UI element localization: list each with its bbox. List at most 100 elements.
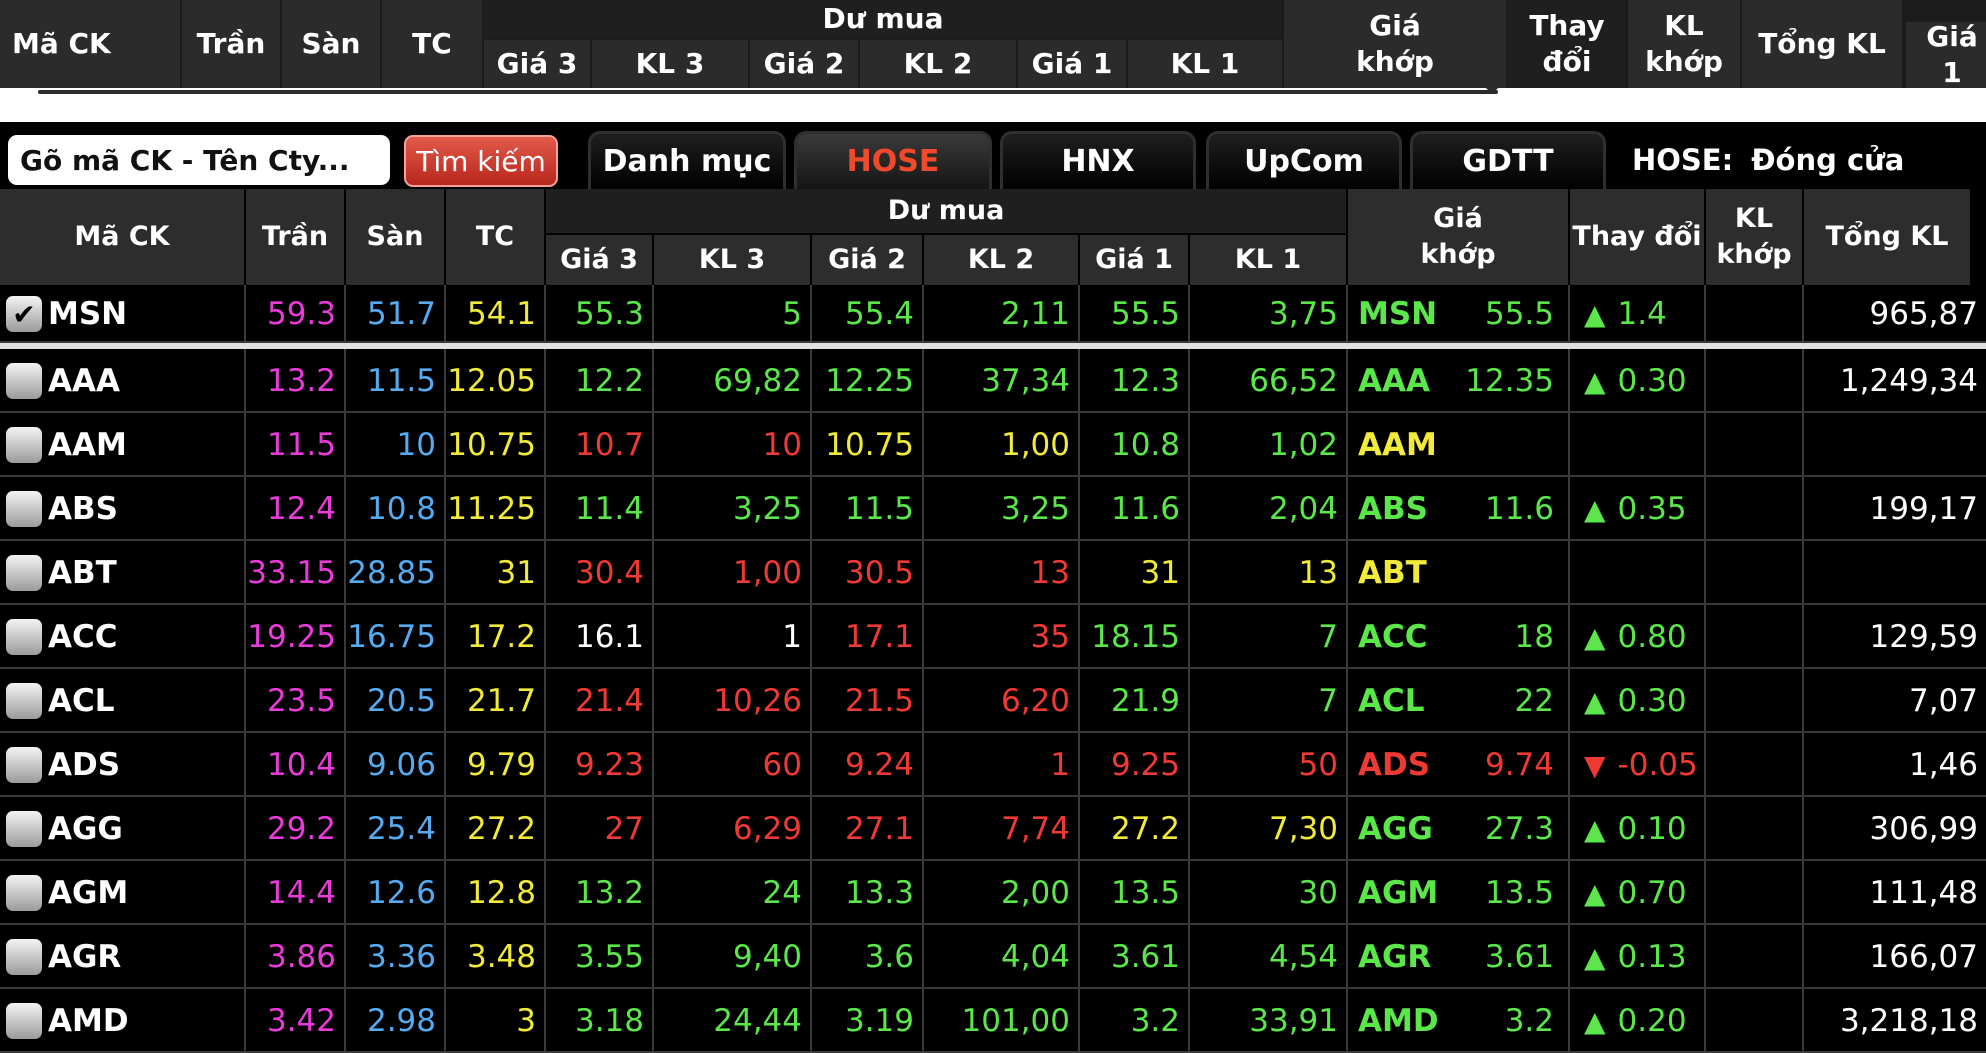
checkbox-icon[interactable]: [6, 427, 42, 463]
match-price-cell: ACC 18: [1348, 605, 1570, 669]
checkbox-icon[interactable]: [6, 555, 42, 591]
checkbox-icon[interactable]: [6, 747, 42, 783]
san-price: 20.5: [346, 669, 446, 733]
stock-symbol[interactable]: AAA: [48, 363, 120, 399]
change-value: 0.70: [1617, 875, 1687, 911]
checkbox-icon[interactable]: [6, 939, 42, 975]
kl2-cell: 37,34: [924, 349, 1080, 413]
kl3-cell: 10,26: [654, 669, 812, 733]
change-cell: ▲ 0.30: [1570, 349, 1706, 413]
stock-symbol[interactable]: AAM: [48, 427, 127, 463]
checkbox-icon[interactable]: [6, 811, 42, 847]
change-cell: [1570, 541, 1706, 605]
table-row-aaa[interactable]: AAA 13.2 11.5 12.05 12.2 69,82 12.25 37,34 12.3 6…: [0, 349, 1986, 413]
checkbox-icon[interactable]: [6, 491, 42, 527]
stock-symbol[interactable]: ABT: [48, 555, 117, 591]
san-price: 9.06: [346, 733, 446, 797]
gia2-cell: 13.3: [812, 861, 924, 925]
tc-price: 17.2: [446, 605, 546, 669]
match-price: 3.2: [1504, 1003, 1554, 1039]
change-cell: ▲ 0.35: [1570, 477, 1706, 541]
tc-price: 3: [446, 989, 546, 1053]
match-price: 9.74: [1484, 747, 1554, 783]
stock-symbol[interactable]: ADS: [48, 747, 120, 783]
gia3-cell: 12.2: [546, 349, 654, 413]
table-row-abt[interactable]: ABT 33.15 28.85 31 30.4 1,00 30.5 13 31 13 ABT: [0, 541, 1986, 605]
match-price: 22: [1514, 683, 1554, 719]
gia2-cell: 3.6: [812, 925, 924, 989]
table-row-acl[interactable]: ACL 23.5 20.5 21.7 21.4 10,26 21.5 6,20 21.9 7 ACL…: [0, 669, 1986, 733]
table-row-acc[interactable]: ACC 19.25 16.75 17.2 16.1 1 17.1 35 18.15 7 ACC 18 ▲…: [0, 605, 1986, 669]
tc-price: 31: [446, 541, 546, 605]
checkbox-icon[interactable]: [6, 363, 42, 399]
kl2-cell: 7,74: [924, 797, 1080, 861]
match-symbol: ACC: [1358, 619, 1428, 655]
gia3-cell: 16.1: [546, 605, 654, 669]
table-row-amd[interactable]: AMD 3.42 2.98 3 3.18 24,44 3.19 101,00 3.2 33,91 A…: [0, 989, 1986, 1053]
stock-symbol[interactable]: ACC: [48, 619, 118, 655]
pinned-row-separator: [0, 343, 1986, 349]
checkbox-icon[interactable]: [6, 683, 42, 719]
checkbox-icon[interactable]: [6, 619, 42, 655]
gia2-cell: 21.5: [812, 669, 924, 733]
symbol-cell: ✔ MSN: [0, 285, 246, 343]
change-value: 0.13: [1617, 939, 1687, 975]
kl-khop-cell: [1706, 797, 1804, 861]
table-row-agm[interactable]: AGM 14.4 12.6 12.8 13.2 24 13.3 2,00 13.5 30 AGM 13…: [0, 861, 1986, 925]
match-symbol: AGR: [1358, 939, 1432, 975]
symbol-cell: ACC: [0, 605, 246, 669]
checkbox-checked-icon[interactable]: ✔: [6, 296, 42, 332]
symbol-cell: AGM: [0, 861, 246, 925]
table-row-abs[interactable]: ABS 12.4 10.8 11.25 11.4 3,25 11.5 3,25 11.6 2,04…: [0, 477, 1986, 541]
stock-table: ✔ MSN 59.3 51.7 54.1 55.3 5 55.4 2,11 55.5 3,75 MSN…: [0, 0, 1986, 1053]
change-cell: ▲ 0.10: [1570, 797, 1706, 861]
match-symbol: ABT: [1358, 555, 1427, 591]
stock-symbol[interactable]: MSN: [48, 296, 127, 332]
arrow-up-icon: ▲: [1584, 492, 1606, 526]
match-price: 3.61: [1484, 939, 1554, 975]
tong-kl-cell: 7,07: [1908, 683, 1978, 719]
change-cell: ▲ 0.20: [1570, 989, 1706, 1053]
table-row-msn[interactable]: ✔ MSN 59.3 51.7 54.1 55.3 5 55.4 2,11 55.5 3,75 MSN…: [0, 285, 1986, 343]
tc-price: 54.1: [446, 285, 546, 343]
tran-price: 12.4: [246, 477, 346, 541]
match-price: 13.5: [1484, 875, 1554, 911]
table-row-agr[interactable]: AGR 3.86 3.36 3.48 3.55 9,40 3.6 4,04 3.61 4,54 AG…: [0, 925, 1986, 989]
gia2-cell: 11.5: [812, 477, 924, 541]
change-value: 0.30: [1617, 363, 1687, 399]
checkbox-icon[interactable]: [6, 875, 42, 911]
match-symbol: MSN: [1358, 296, 1438, 332]
change-cell: [1570, 413, 1706, 477]
kl-khop-cell: [1706, 925, 1804, 989]
symbol-cell: AMD: [0, 989, 246, 1053]
kl-khop-cell: [1706, 605, 1804, 669]
gia2-cell: 27.1: [812, 797, 924, 861]
stock-symbol[interactable]: AGG: [48, 811, 123, 847]
gia3-cell: 27: [546, 797, 654, 861]
kl2-cell: 2,11: [924, 285, 1080, 343]
match-price-cell: AGG 27.3: [1348, 797, 1570, 861]
symbol-cell: AAM: [0, 413, 246, 477]
stock-symbol[interactable]: ABS: [48, 491, 118, 527]
match-symbol: ACL: [1358, 683, 1425, 719]
stock-symbol[interactable]: AGR: [48, 939, 121, 975]
table-row-aam[interactable]: AAM 11.5 10 10.75 10.7 10 10.75 1,00 10.8 1,02 AAM: [0, 413, 1986, 477]
gia1-cell: 31: [1080, 541, 1190, 605]
stock-symbol[interactable]: AGM: [48, 875, 128, 911]
kl2-cell: 1: [924, 733, 1080, 797]
table-row-agg[interactable]: AGG 29.2 25.4 27.2 27 6,29 27.1 7,74 27.2 7,30 AGG…: [0, 797, 1986, 861]
arrow-up-icon: ▲: [1584, 1004, 1606, 1038]
gia2-cell: 3.19: [812, 989, 924, 1053]
table-row-ads[interactable]: ADS 10.4 9.06 9.79 9.23 60 9.24 1 9.25 50 ADS 9.74 ▼…: [0, 733, 1986, 797]
tc-price: 3.48: [446, 925, 546, 989]
change-cell: ▲ 0.30: [1570, 669, 1706, 733]
checkbox-icon[interactable]: [6, 1003, 42, 1039]
tran-price: 29.2: [246, 797, 346, 861]
match-price-cell: MSN 55.5: [1348, 285, 1570, 343]
san-price: 25.4: [346, 797, 446, 861]
match-price-cell: AAA 12.35: [1348, 349, 1570, 413]
san-price: 12.6: [346, 861, 446, 925]
stock-symbol[interactable]: ACL: [48, 683, 115, 719]
gia1-cell: 3.2: [1080, 989, 1190, 1053]
stock-symbol[interactable]: AMD: [48, 1003, 129, 1039]
